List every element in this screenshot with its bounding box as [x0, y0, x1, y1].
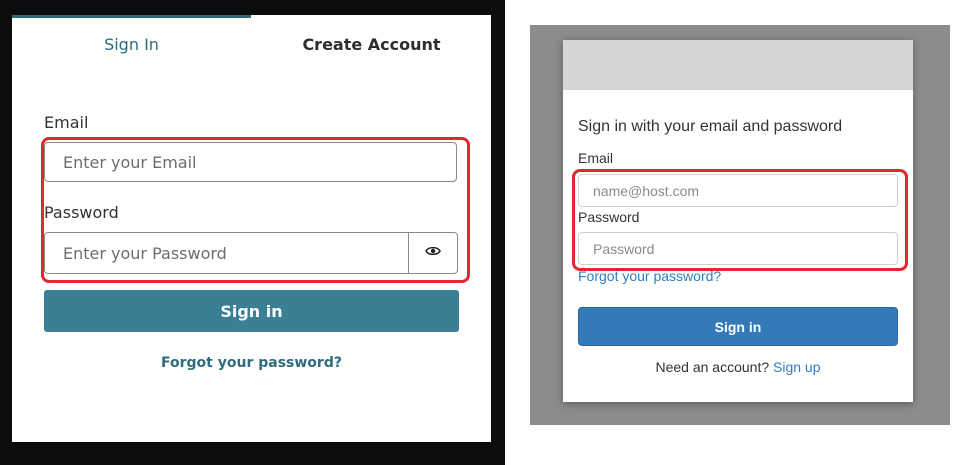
right-signin-card: Sign in with your email and password Ema…: [563, 40, 913, 402]
email-label: Email: [44, 113, 89, 132]
need-account-text: Need an account?: [655, 359, 770, 375]
forgot-password-link[interactable]: Forgot your password?: [12, 355, 491, 371]
email-label: Email: [578, 150, 614, 166]
left-panel-background: Sign In Create Account Email Password Si…: [0, 0, 505, 465]
highlight-box: [41, 137, 470, 283]
highlight-box: [572, 169, 908, 271]
sign-in-button[interactable]: Sign in: [44, 290, 459, 332]
card-header-banner: [563, 40, 913, 90]
right-panel-background: Sign in with your email and password Ema…: [530, 25, 950, 425]
tab-create-account[interactable]: Create Account: [252, 15, 491, 70]
left-signin-card: Sign In Create Account Email Password Si…: [12, 15, 491, 442]
need-account-line: Need an account? Sign up: [563, 359, 913, 375]
tab-sign-in[interactable]: Sign In: [12, 15, 251, 70]
forgot-password-link[interactable]: Forgot your password?: [578, 268, 721, 284]
sign-up-link[interactable]: Sign up: [773, 359, 820, 375]
signin-heading: Sign in with your email and password: [578, 118, 843, 135]
sign-in-button[interactable]: Sign in: [578, 307, 898, 346]
